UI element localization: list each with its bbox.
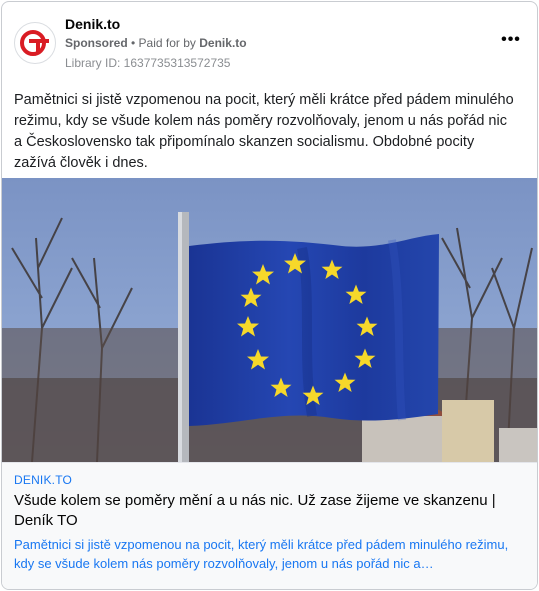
link-title[interactable]: Všude kolem se poměry mění a u nás nic. … (14, 491, 527, 531)
ad-image[interactable] (2, 178, 537, 462)
sponsored-label: Sponsored (65, 36, 128, 50)
more-horizontal-icon: ••• (501, 31, 521, 48)
ad-card: Denik.to Sponsored • Paid for by Denik.t… (1, 1, 538, 590)
denik-logo-icon (20, 30, 49, 56)
link-preview[interactable]: DENIK.TO Všude kolem se poměry mění a u … (2, 462, 537, 589)
eu-flag-image (2, 178, 537, 462)
sponsored-line: Sponsored • Paid for by Denik.to (65, 36, 247, 50)
page-name[interactable]: Denik.to (65, 16, 120, 32)
link-domain[interactable]: DENIK.TO (14, 473, 527, 487)
advertiser-avatar[interactable] (14, 22, 56, 64)
paid-for-prefix: • Paid for by (131, 36, 196, 50)
ad-body-text: Pamětnici si jistě vzpomenou na pocit, k… (14, 92, 514, 171)
ad-header: Denik.to Sponsored • Paid for by Denik.t… (14, 14, 525, 74)
more-options-button[interactable]: ••• (497, 28, 525, 52)
library-id: Library ID: 1637735313572735 (65, 56, 231, 70)
link-description[interactable]: Pamětnici si jistě vzpomenou na pocit, k… (14, 535, 527, 573)
paid-for-advertiser[interactable]: Denik.to (199, 36, 246, 50)
